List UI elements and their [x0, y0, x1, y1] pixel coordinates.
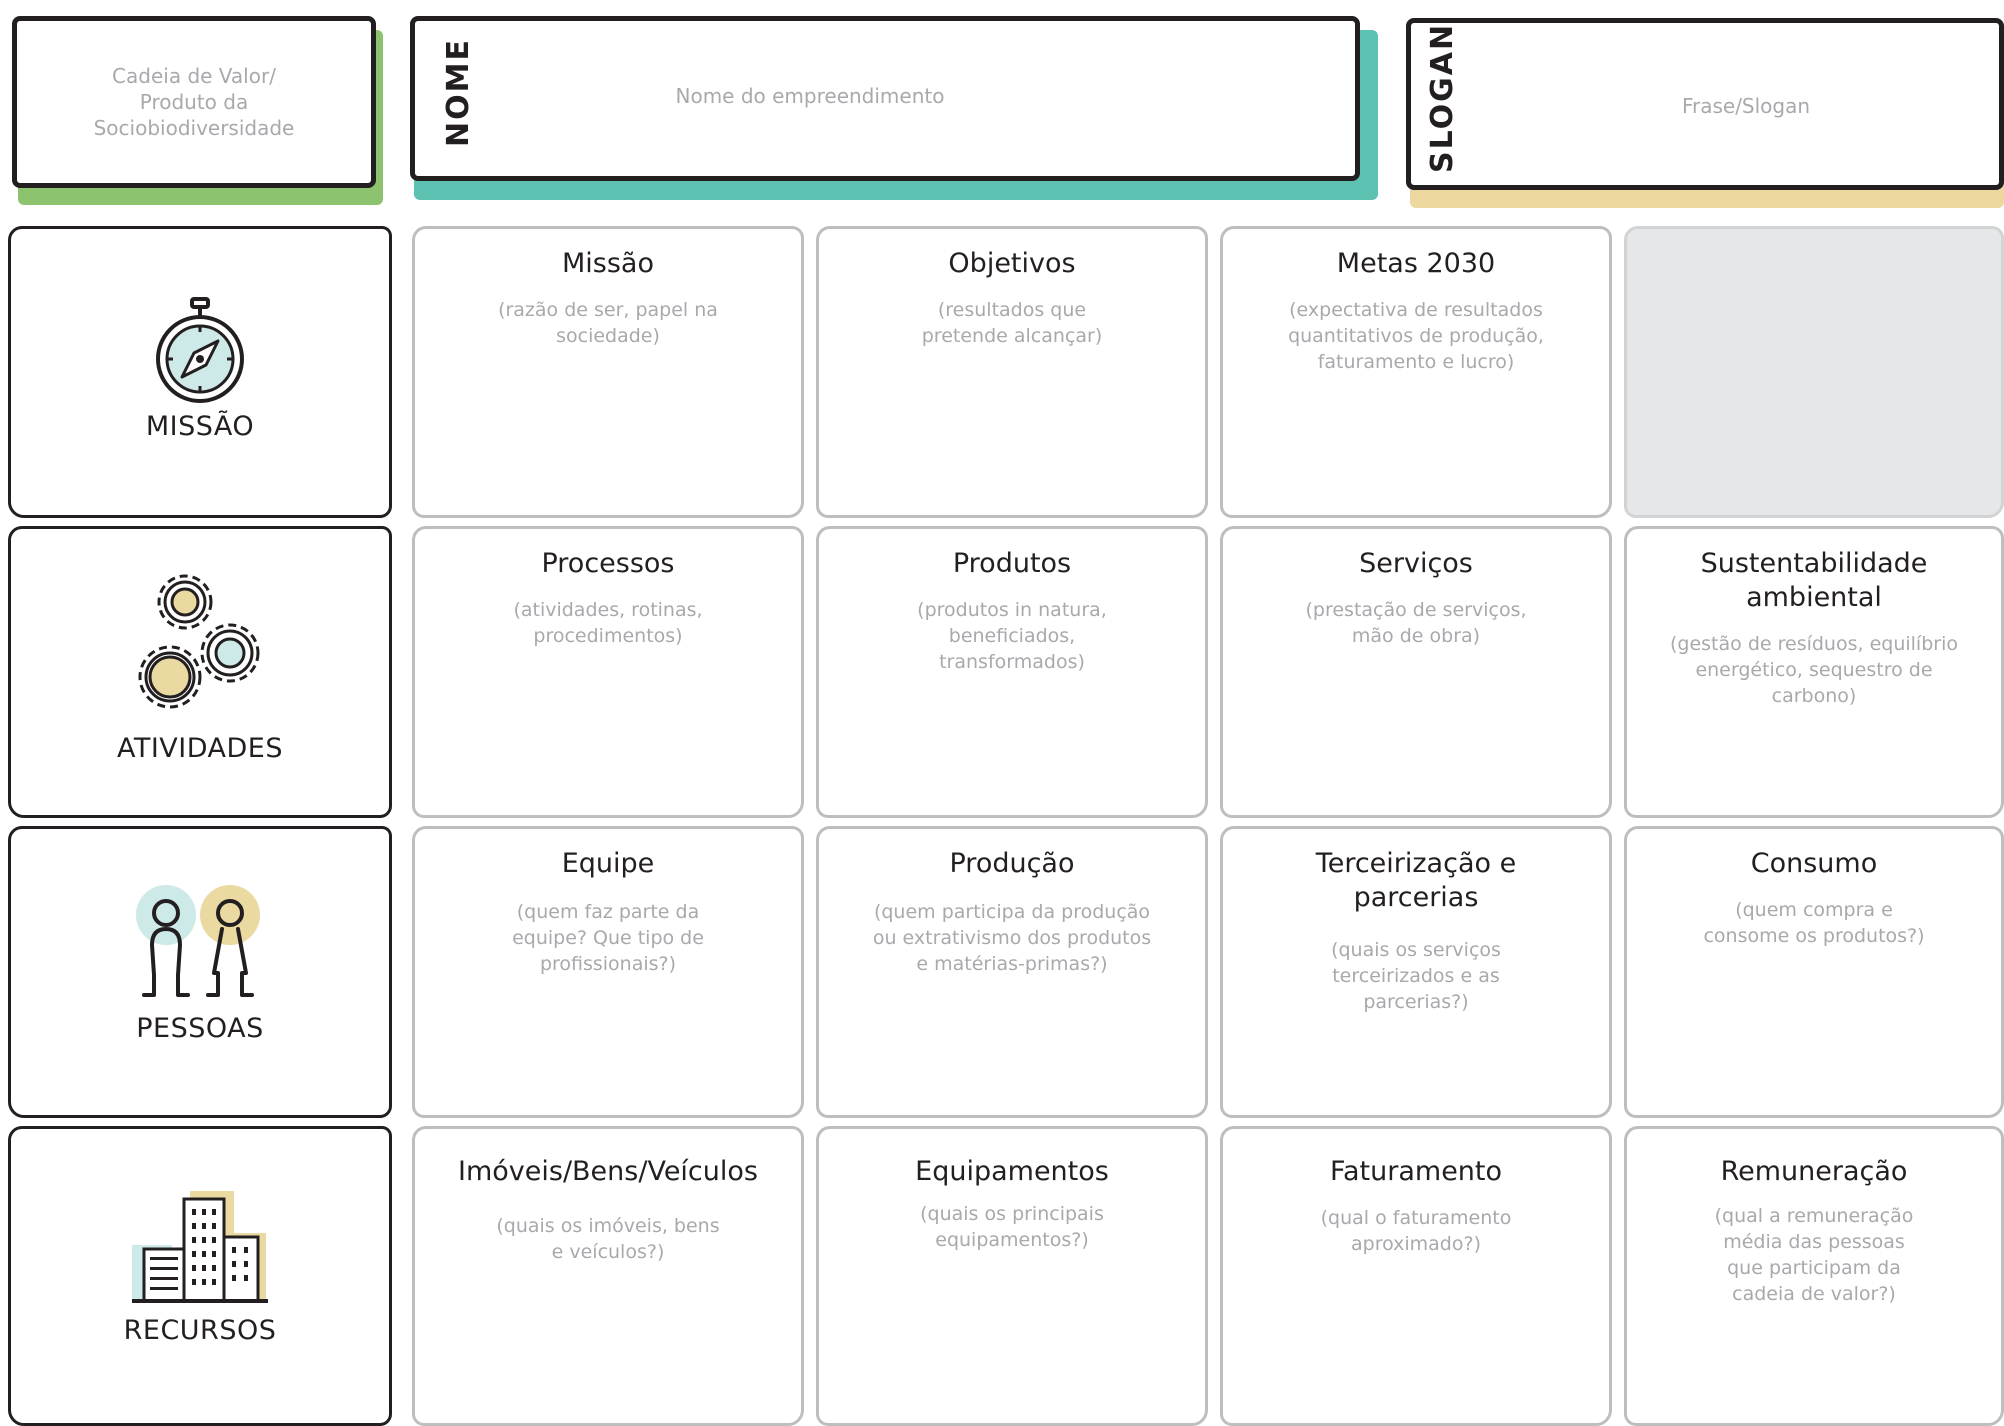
cell-title: Consumo	[1750, 848, 1878, 879]
cell-description: (quais os imóveis, bens e veículos?)	[496, 1215, 720, 1263]
gears-icon	[138, 574, 260, 709]
cell-produtos[interactable]: Produtos (produtos in natura, beneficiad…	[816, 526, 1208, 818]
cell-title: Terceirização e parcerias	[1315, 848, 1517, 913]
cell-imoveis-bens-veiculos[interactable]: Imóveis/Bens/Veículos (quais os imóveis,…	[412, 1126, 804, 1426]
cell-producao[interactable]: Produção (quem participa da produção ou …	[816, 826, 1208, 1118]
cell-description: (gestão de resíduos, equilíbrio energéti…	[1670, 633, 1958, 707]
cell-title: Produtos	[952, 548, 1072, 579]
cell-description: (qual o faturamento aproximado?)	[1320, 1207, 1512, 1255]
slogan-box[interactable]: SLOGAN Frase/Slogan	[1406, 18, 2004, 190]
cell-description: (quais os principais equipamentos?)	[920, 1203, 1104, 1251]
name-box[interactable]: NOME Nome do empreendimento	[410, 16, 1360, 181]
cell-terceirizacao-parcerias[interactable]: Terceirização e parcerias (quais os serv…	[1220, 826, 1612, 1118]
cell-description: (atividades, rotinas, procedimentos)	[513, 599, 703, 647]
row-title: MISSÃO	[145, 411, 255, 442]
name-placeholder: Nome do empreendimento	[675, 84, 945, 108]
cell-title: Produção	[949, 848, 1075, 879]
row-title: ATIVIDADES	[116, 733, 284, 764]
cell-description: (quem compra e consome os produtos?)	[1703, 899, 1925, 947]
cell-description: (qual a remuneração média das pessoas qu…	[1714, 1205, 1914, 1305]
buildings-icon	[132, 1191, 268, 1303]
cell-consumo[interactable]: Consumo (quem compra e consome os produt…	[1624, 826, 2004, 1118]
cell-metas-2030[interactable]: Metas 2030 (expectativa de resultados qu…	[1220, 226, 1612, 518]
cell-title: Objetivos	[948, 248, 1076, 279]
cell-processos[interactable]: Processos (atividades, rotinas, procedim…	[412, 526, 804, 818]
cell-title: Equipamentos	[915, 1156, 1109, 1187]
cell-description: (resultados que pretende alcançar)	[921, 299, 1103, 347]
cell-title: Processos	[541, 548, 675, 579]
cell-title: Faturamento	[1329, 1156, 1503, 1187]
value-chain-text: Cadeia de Valor/ Produto da Sociobiodive…	[93, 64, 295, 140]
cell-missao[interactable]: Missão (razão de ser, papel na sociedade…	[412, 226, 804, 518]
slogan-label: SLOGAN	[1425, 22, 1460, 173]
cell-empty	[1624, 226, 2004, 518]
cell-description: (quem faz parte da equipe? Que tipo de p…	[512, 901, 704, 975]
row-title: PESSOAS	[136, 1013, 264, 1044]
cell-sustentabilidade-ambiental[interactable]: Sustentabilidade ambiental (gestão de re…	[1624, 526, 2004, 818]
row-label-recursos: RECURSOS	[8, 1126, 392, 1426]
compass-icon	[156, 297, 244, 403]
cell-title: Equipe	[561, 848, 655, 879]
row-label-pessoas: PESSOAS	[8, 826, 392, 1118]
name-label: NOME	[441, 38, 476, 147]
cell-title: Sustentabilidade ambiental	[1700, 548, 1928, 613]
cell-title: Metas 2030	[1336, 248, 1496, 279]
cell-equipe[interactable]: Equipe (quem faz parte da equipe? Que ti…	[412, 826, 804, 1118]
cell-equipamentos[interactable]: Equipamentos (quais os principais equipa…	[816, 1126, 1208, 1426]
cell-servicos[interactable]: Serviços (prestação de serviços, mão de …	[1220, 526, 1612, 818]
cell-remuneracao[interactable]: Remuneração (qual a remuneração média da…	[1624, 1126, 2004, 1426]
row-label-atividades: ATIVIDADES	[8, 526, 392, 818]
row-title: RECURSOS	[123, 1315, 277, 1346]
people-icon	[136, 885, 260, 997]
cell-description: (quem participa da produção ou extrativi…	[872, 901, 1152, 975]
cell-faturamento[interactable]: Faturamento (qual o faturamento aproxima…	[1220, 1126, 1612, 1426]
cell-objetivos[interactable]: Objetivos (resultados que pretende alcan…	[816, 226, 1208, 518]
cell-description: (produtos in natura, beneficiados, trans…	[917, 599, 1107, 673]
cell-description: (quais os serviços terceirizados e as pa…	[1331, 939, 1501, 1013]
row-label-missao: MISSÃO	[8, 226, 392, 518]
value-chain-box[interactable]: Cadeia de Valor/ Produto da Sociobiodive…	[12, 16, 376, 188]
cell-title: Imóveis/Bens/Veículos	[458, 1156, 758, 1187]
cell-title: Serviços	[1359, 548, 1473, 579]
cell-title: Missão	[562, 248, 654, 279]
slogan-placeholder: Frase/Slogan	[1681, 93, 1811, 118]
cell-description: (expectativa de resultados quantitativos…	[1288, 299, 1544, 373]
cell-title: Remuneração	[1720, 1156, 1908, 1187]
cell-description: (razão de ser, papel na sociedade)	[498, 299, 718, 347]
cell-description: (prestação de serviços, mão de obra)	[1305, 599, 1527, 647]
